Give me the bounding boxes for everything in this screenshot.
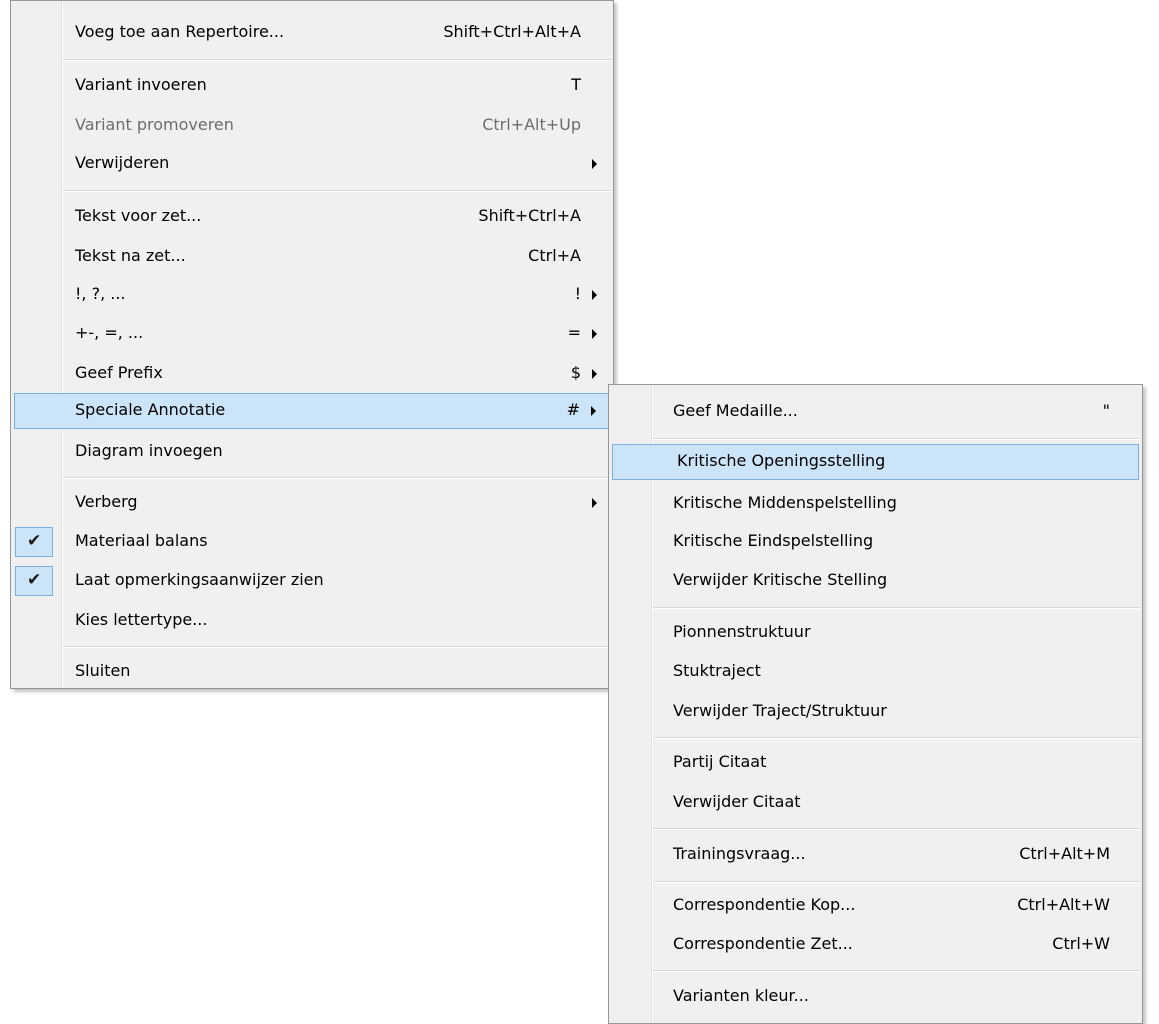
menu-item-enter-variation[interactable]: Variant invoeren T (11, 68, 613, 104)
check-indicator: ✔ (15, 566, 53, 596)
menu-item-label: Geef Prefix (75, 363, 163, 382)
submenu-arrow-icon (591, 406, 596, 416)
menu-item-label: Sluiten (75, 661, 131, 680)
menu-item-label: Geef Medaille... (673, 401, 798, 420)
menu-item-label: Laat opmerkingsaanwijzer zien (75, 570, 324, 589)
menu-separator (653, 737, 1140, 739)
menu-item-text-before-move[interactable]: Tekst voor zet... Shift+Ctrl+A (11, 199, 613, 235)
submenu-arrow-icon (592, 290, 597, 300)
menu-item-label: Tekst voor zet... (75, 206, 202, 225)
menu-item-critical-opening-position[interactable]: Kritische Openingsstelling (612, 444, 1139, 480)
menu-item-move-annotation[interactable]: !, ?, ... ! (11, 277, 613, 313)
menu-item-shortcut: T (571, 75, 581, 94)
menu-separator (63, 477, 611, 479)
menu-item-shortcut: " (1102, 401, 1110, 420)
menu-separator (653, 438, 1140, 440)
menu-item-label: Tekst na zet... (75, 246, 186, 265)
menu-item-label: Voeg toe aan Repertoire... (75, 22, 285, 41)
check-indicator: ✔ (15, 527, 53, 557)
menu-item-label: Verwijder Kritische Stelling (673, 570, 888, 589)
menu-separator (63, 190, 611, 192)
menu-item-special-annotation[interactable]: Speciale Annotatie # (14, 393, 610, 429)
menu-item-shortcut: $ (570, 363, 581, 382)
menu-item-shortcut: ! (574, 284, 581, 303)
menu-item-material-balance[interactable]: ✔ Materiaal balans (11, 524, 613, 560)
menu-item-add-to-repertoire[interactable]: Voeg toe aan Repertoire... Shift+Ctrl+Al… (11, 15, 613, 51)
menu-item-label: Variant promoveren (75, 115, 234, 134)
menu-item-label: Correspondentie Zet... (673, 934, 853, 953)
menu-item-label: Variant invoeren (75, 75, 207, 94)
menu-item-text-after-move[interactable]: Tekst na zet... Ctrl+A (11, 239, 613, 275)
checkmark-icon: ✔ (27, 531, 42, 551)
menu-item-position-annotation[interactable]: +-, =, ... = (11, 316, 613, 352)
menu-item-choose-font[interactable]: Kies lettertype... (11, 603, 613, 639)
special-annotation-submenu: Geef Medaille... " Kritische Openingsste… (608, 384, 1143, 1024)
menu-item-label: Pionnenstruktuur (673, 622, 811, 641)
submenu-arrow-icon (592, 498, 597, 508)
context-menu: Voeg toe aan Repertoire... Shift+Ctrl+Al… (10, 0, 614, 689)
menu-item-shortcut: Ctrl+Alt+W (1017, 895, 1110, 914)
submenu-arrow-icon (592, 329, 597, 339)
menu-item-pawn-structure[interactable]: Pionnenstruktuur (609, 615, 1142, 651)
menu-item-show-comment-pointer[interactable]: ✔ Laat opmerkingsaanwijzer zien (11, 563, 613, 599)
menu-item-label: Correspondentie Kop... (673, 895, 856, 914)
menu-item-label: Kritische Eindspelstelling (673, 531, 874, 550)
menu-separator (63, 646, 611, 648)
menu-item-shortcut: Ctrl+Alt+Up (482, 115, 581, 134)
menu-item-shortcut: Shift+Ctrl+Alt+A (443, 22, 581, 41)
menu-item-label: Diagram invoegen (75, 441, 223, 460)
menu-item-shortcut: Shift+Ctrl+A (478, 206, 581, 225)
submenu-arrow-icon (592, 159, 597, 169)
menu-item-label: Kritische Openingsstelling (677, 451, 886, 470)
menu-item-label: !, ?, ... (75, 284, 126, 303)
menu-item-insert-diagram[interactable]: Diagram invoegen (11, 434, 613, 470)
menu-item-remove-path-structure[interactable]: Verwijder Traject/Struktuur (609, 694, 1142, 730)
menu-item-label: Verwijder Traject/Struktuur (673, 701, 887, 720)
menu-separator (653, 881, 1140, 883)
menu-item-delete[interactable]: Verwijderen (11, 146, 613, 182)
menu-item-label: Speciale Annotatie (75, 400, 226, 419)
menu-item-remove-critical-position[interactable]: Verwijder Kritische Stelling (609, 563, 1142, 599)
menu-item-label: Varianten kleur... (673, 986, 809, 1005)
menu-item-label: Stuktraject (673, 661, 761, 680)
menu-item-shortcut: Ctrl+A (528, 246, 581, 265)
menu-item-critical-endgame-position[interactable]: Kritische Eindspelstelling (609, 524, 1142, 560)
menu-separator (653, 828, 1140, 830)
menu-item-correspondence-move[interactable]: Correspondentie Zet... Ctrl+W (609, 927, 1142, 963)
menu-item-game-quote[interactable]: Partij Citaat (609, 745, 1142, 781)
menu-item-label: Verberg (75, 492, 138, 511)
menu-item-shortcut: Ctrl+Alt+M (1019, 844, 1110, 863)
menu-item-variation-color[interactable]: Varianten kleur... (609, 979, 1142, 1015)
menu-item-shortcut: = (567, 323, 581, 342)
menu-item-remove-quote[interactable]: Verwijder Citaat (609, 785, 1142, 821)
menu-item-promote-variation: Variant promoveren Ctrl+Alt+Up (11, 108, 613, 144)
menu-item-label: Partij Citaat (673, 752, 767, 771)
menu-item-shortcut: # (566, 400, 580, 419)
menu-separator (63, 59, 611, 61)
menu-item-piece-path[interactable]: Stuktraject (609, 654, 1142, 690)
menu-item-label: Kies lettertype... (75, 610, 208, 629)
menu-item-training-question[interactable]: Trainingsvraag... Ctrl+Alt+M (609, 837, 1142, 873)
submenu-arrow-icon (592, 369, 597, 379)
menu-item-label: Kritische Middenspelstelling (673, 493, 897, 512)
menu-item-correspondence-header[interactable]: Correspondentie Kop... Ctrl+Alt+W (609, 888, 1142, 924)
menu-item-hide[interactable]: Verberg (11, 485, 613, 521)
menu-item-label: Verwijderen (75, 153, 170, 172)
menu-item-close[interactable]: Sluiten (11, 654, 613, 690)
menu-item-give-medal[interactable]: Geef Medaille... " (609, 394, 1142, 430)
checkmark-icon: ✔ (27, 570, 42, 590)
menu-item-label: Verwijder Citaat (673, 792, 801, 811)
menu-separator (653, 607, 1140, 609)
menu-item-label: +-, =, ... (75, 323, 144, 342)
menu-item-critical-middlegame-position[interactable]: Kritische Middenspelstelling (609, 486, 1142, 522)
menu-item-give-prefix[interactable]: Geef Prefix $ (11, 356, 613, 392)
menu-item-label: Materiaal balans (75, 531, 208, 550)
menu-separator (653, 970, 1140, 972)
menu-item-label: Trainingsvraag... (673, 844, 806, 863)
menu-item-shortcut: Ctrl+W (1052, 934, 1110, 953)
